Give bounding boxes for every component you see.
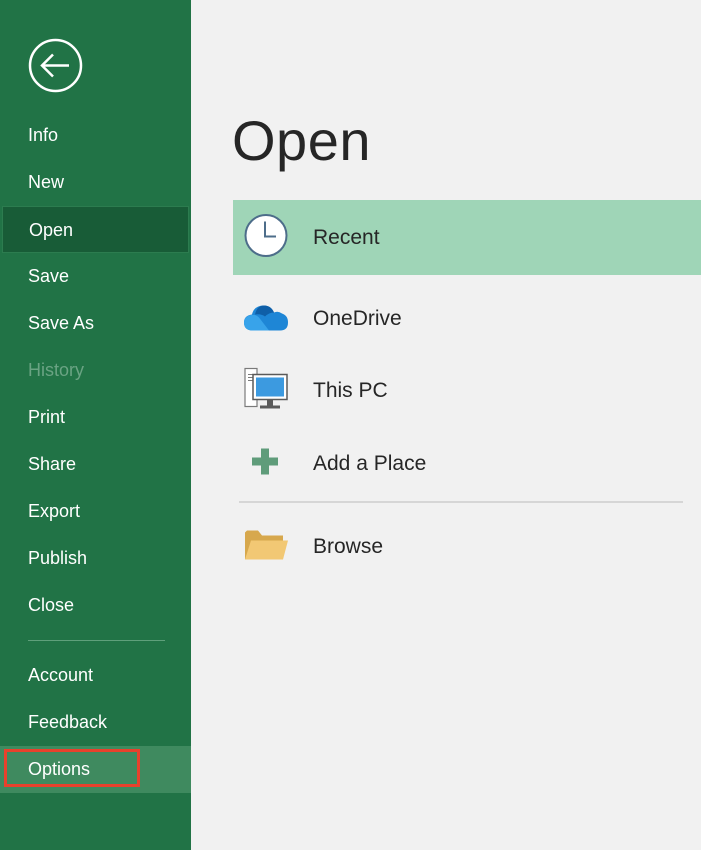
clock-icon xyxy=(243,212,289,263)
location-add-a-place[interactable]: Add a Place xyxy=(233,426,701,501)
back-button[interactable] xyxy=(28,38,83,93)
location-onedrive[interactable]: OneDrive xyxy=(233,281,701,356)
location-label: Recent xyxy=(313,225,380,249)
nav-share[interactable]: Share xyxy=(0,441,191,488)
location-label: This PC xyxy=(313,378,388,402)
location-label: Add a Place xyxy=(313,451,427,475)
nav-save[interactable]: Save xyxy=(0,253,191,300)
location-label: Browse xyxy=(313,534,384,558)
locations-divider xyxy=(239,501,683,503)
backstage-sidebar: Info New Open Save Save As History Print… xyxy=(0,0,191,850)
computer-icon xyxy=(243,365,289,416)
nav-close[interactable]: Close xyxy=(0,582,191,629)
back-arrow-icon xyxy=(28,38,83,93)
page-title: Open xyxy=(232,109,371,172)
nav-new[interactable]: New xyxy=(0,159,191,206)
nav-open[interactable]: Open xyxy=(2,206,189,253)
location-label: OneDrive xyxy=(313,306,402,330)
nav-history: History xyxy=(28,360,85,380)
nav-info[interactable]: Info xyxy=(0,112,191,159)
location-browse[interactable]: Browse xyxy=(233,509,701,584)
nav-account[interactable]: Account xyxy=(0,652,191,699)
nav-feedback[interactable]: Feedback xyxy=(0,699,191,746)
folder-icon xyxy=(243,526,289,567)
location-recent[interactable]: Recent xyxy=(233,200,701,275)
cloud-icon xyxy=(243,300,289,337)
location-this-pc[interactable]: This PC xyxy=(233,353,701,428)
nav-print[interactable]: Print xyxy=(0,394,191,441)
sidebar-divider xyxy=(28,640,165,641)
nav-publish[interactable]: Publish xyxy=(0,535,191,582)
nav-save-as[interactable]: Save As xyxy=(0,300,191,347)
nav-export[interactable]: Export xyxy=(0,488,191,535)
plus-icon xyxy=(250,446,280,481)
nav-options[interactable]: Options xyxy=(0,746,191,793)
